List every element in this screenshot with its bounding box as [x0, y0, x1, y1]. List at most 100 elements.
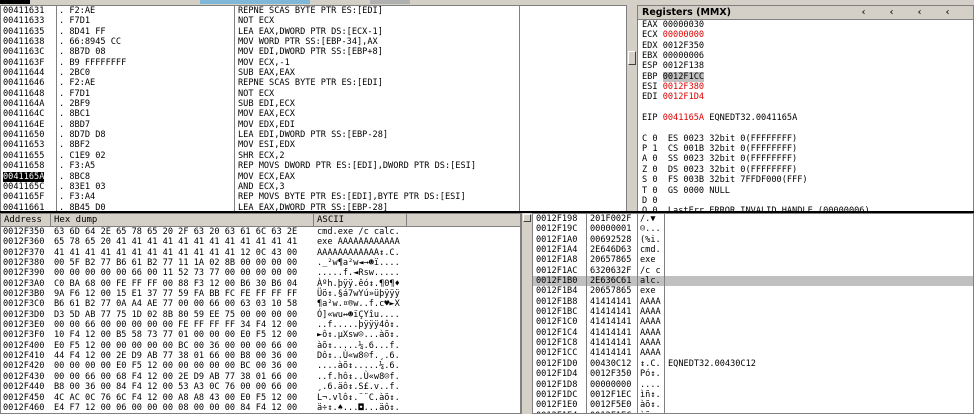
register-text: Z 0 DS 0023 32bit 0(FFFFFFFF) [642, 164, 798, 175]
stack-row[interactable]: 0012F1CC 41414141 AAAA [533, 348, 973, 359]
disasm-instruction: LEA EAX,DWORD PTR DS:[ECX-1] [238, 26, 383, 37]
stack-value: 0012F350 [590, 369, 632, 380]
stack-row[interactable]: 0012F1AC 6320632F/c c [533, 266, 973, 276]
disasm-row[interactable]: 0041165C . 83E1 03 AND ECX,3 [1, 182, 628, 192]
disasm-row[interactable]: 00411644 . 2BC0 SUB EAX,EAX [1, 68, 628, 78]
dump-address: 0012F390 [3, 268, 45, 279]
dump-hex-bytes: 44 F4 12 00 2E D9 AB 77 38 01 66 00 B8 0… [54, 351, 298, 362]
register-line[interactable]: T 0 GS 0000 NULL [642, 186, 870, 196]
stack-row[interactable]: 0012F1B8 41414141 AAAA [533, 296, 973, 307]
disasm-address: 0041164E [3, 119, 45, 130]
stack-row[interactable]: 0012F1D8 00000000.... [533, 380, 973, 390]
register-line[interactable]: D 0 [642, 196, 870, 206]
register-line[interactable]: ECX 00000000 [642, 30, 870, 40]
scroll-left-icon[interactable]: ‹ [852, 6, 875, 19]
disasm-row[interactable]: 0041163F . B9 FFFFFFFF MOV ECX,-1 [1, 58, 628, 68]
stack-row[interactable]: 0012F1C8 41414141 AAAA [533, 338, 973, 348]
stack-row[interactable]: 0012F1BC 41414141 AAAA [533, 307, 973, 318]
register-line[interactable]: A 0 SS 0023 32bit 0(FFFFFFFF) [642, 154, 870, 164]
disasm-row[interactable]: 00411646 . F2:AE REPNE SCAS BYTE PTR ES:[E… [1, 78, 628, 88]
stack-row[interactable]: 0012F1A0 00692528 (%i. [533, 235, 973, 245]
scroll-thumb[interactable] [523, 214, 531, 222]
dump-hex-bytes: 00 00 00 00 E0 F5 12 00 00 00 00 00 BC 0… [54, 361, 298, 372]
dump-col-ascii[interactable]: ASCII [314, 214, 407, 227]
disasm-hex: . 66:8945 CC [59, 37, 122, 48]
register-line[interactable]: ESP 0012F138 [642, 61, 870, 71]
disasm-row[interactable]: 0041165F . F3:A4 REP MOVS BYTE PTR ES:[EDI… [1, 192, 628, 202]
register-line[interactable]: EBX 00000006 [642, 51, 870, 61]
disasm-row[interactable]: 00411658 . F3:A5 REP MOVS DWORD PTR ES:[ED… [1, 161, 628, 171]
disasm-row[interactable]: 00411635 . 8D41 FF LEA EAX,DWORD PTR DS:[E… [1, 27, 628, 37]
register-line[interactable]: P 1 CS 001B 32bit 0(FFFFFFFF) [642, 144, 870, 154]
stack-ascii: àõ↕. [640, 400, 661, 411]
stack-address: 0012F1BC [536, 307, 578, 318]
disasm-row[interactable]: 0041164C . 8BC1 MOV EAX,ECX [1, 109, 628, 119]
disasm-row[interactable]: 0041164A . 2BF9 SUB EDI,ECX [1, 99, 628, 109]
scroll-left-icon-4[interactable]: ‹ [936, 6, 959, 19]
scroll-left-icon-2[interactable]: ‹ [880, 6, 903, 19]
dump-col-hex[interactable]: Hex dump [51, 214, 314, 227]
disasm-instruction: SHR ECX,2 [238, 150, 285, 161]
register-line[interactable]: EDI 0012F1D4 [642, 92, 870, 102]
disasm-row[interactable]: 0041165A . 8BC8 MOV ECX,EAX [1, 171, 628, 182]
stack-row[interactable]: 0012F1A8 20657865 exe [533, 255, 973, 265]
disasm-row[interactable]: 00411638 . 66:8945 CC MOV WORD PTR SS:[EBP… [1, 37, 628, 47]
disasm-row[interactable]: 0041164E . 8BD7 MOV EDX,EDI [1, 120, 628, 130]
disasm-row[interactable]: 00411655 . C1E9 02 SHR ECX,2 [1, 151, 628, 161]
stack-row[interactable]: 0012F1DC 0012F1EC ìñ↕. [533, 390, 973, 400]
disasm-row[interactable]: 0041163C . 8B7D 08 MOV EDI,DWORD PTR SS:[E… [1, 47, 628, 57]
register-line[interactable]: S 0 FS 003B 32bit 7FFDF000(FFF) [642, 175, 870, 185]
register-line[interactable]: EAX 00000030 [642, 20, 870, 30]
disasm-address: 0041165C [3, 181, 45, 192]
toolbar-button[interactable] [200, 0, 310, 4]
register-line[interactable]: EIP 0041165A EQNEDT32.0041165A [642, 113, 870, 123]
dump-col-address[interactable]: Address [1, 214, 51, 227]
stack-row[interactable]: 0012F1E0 0012F5E0 àõ↕. [533, 400, 973, 411]
scroll-left-icon-3[interactable]: ‹ [908, 6, 931, 19]
stack-row[interactable]: 0012F19C 00000001 ☺... [533, 224, 973, 234]
stack-ascii: AAAA [640, 348, 661, 359]
toolbar-button[interactable] [0, 0, 30, 4]
stack-ascii: cmd. [640, 245, 661, 256]
dump-ascii: Ó]«wu↔☻ïÇYîu.... [317, 309, 400, 320]
register-line[interactable] [642, 123, 870, 133]
stack-row[interactable]: 0012F1B0 2E636C61 alc. [533, 276, 973, 287]
stack-row[interactable]: 0012F1B4 20657865 exe [533, 286, 973, 297]
disasm-address: 0041163C [3, 47, 45, 58]
scroll-thumb[interactable] [628, 51, 636, 65]
registers-pane[interactable]: Registers (MMX) ‹ ‹ ‹ ‹ EAX 00000030 ECX … [637, 5, 974, 212]
stack-row[interactable]: 0012F198 201F002F /.▼ [533, 214, 973, 224]
disasm-row[interactable]: 00411633 . F7D1 NOT ECX [1, 16, 628, 26]
stack-row[interactable]: 0012F1C4 41414141 AAAA [533, 328, 973, 338]
stack-ascii: ìñ↕. [640, 411, 661, 413]
dump-address: 0012F3B0 [3, 289, 45, 300]
stack-ascii: exe [640, 286, 661, 297]
register-line[interactable]: Z 0 DS 0023 32bit 0(FFFFFFFF) [642, 165, 870, 175]
register-line[interactable]: EBP 0012F1CC [642, 71, 870, 82]
register-line[interactable]: C 0 ES 0023 32bit 0(FFFFFFFF) [642, 134, 870, 144]
stack-pane[interactable]: 0012F198 201F002F /.▼ 0012F19C 00000001 ☺...… [532, 213, 974, 414]
disassembly-scrollbar[interactable] [626, 5, 637, 212]
register-text: D 0 [642, 195, 658, 206]
disasm-row[interactable]: 00411653 . 8BF2 MOV ESI,EDX [1, 140, 628, 150]
disasm-row[interactable]: 00411650 . 8D7D D8 LEA EDI,DWORD PTR SS:[E… [1, 130, 628, 140]
disasm-row[interactable]: 00411631 . F2:AE REPNE SCAS BYTE PTR ES:[E… [1, 6, 628, 16]
stack-row[interactable]: 0012F1E4 0012F1EC ìñ↕. [533, 411, 973, 413]
stack-ascii: AAAA [640, 296, 661, 307]
stack-row[interactable]: 0012F1A4 2E646D63 cmd. [533, 245, 973, 256]
disasm-instruction: NOT ECX [238, 88, 275, 99]
hex-dump-pane[interactable]: Address Hex dump ASCII 0012F350 63 6D 64 … [0, 213, 521, 414]
disasm-row[interactable]: 00411648 . F7D1 NOT ECX [1, 89, 628, 99]
register-line[interactable]: ESI 0012F380 [642, 82, 870, 92]
disassembly-pane[interactable]: 00411631 . F2:AE REPNE SCAS BYTE PTR ES:[E… [0, 5, 629, 212]
register-line[interactable]: EDX 0012F350 [642, 41, 870, 51]
dump-scrollbar[interactable] [521, 213, 532, 414]
stack-row[interactable]: 0012F1D4 0012F350 Pó↕. [533, 369, 973, 380]
stack-row[interactable]: 0012F1D0 00430C12 ↕.C. EQNEDT32.00430C12 [533, 359, 973, 369]
toolbar-button[interactable] [370, 0, 410, 4]
stack-row[interactable]: 0012F1C0 41414141 AAAA [533, 317, 973, 327]
dump-address: 0012F3D0 [3, 309, 45, 320]
dump-ascii: exe AAAAAAAAAAAA [317, 237, 400, 248]
register-text: EAX 00000030 [642, 20, 705, 30]
register-line[interactable] [642, 103, 870, 113]
